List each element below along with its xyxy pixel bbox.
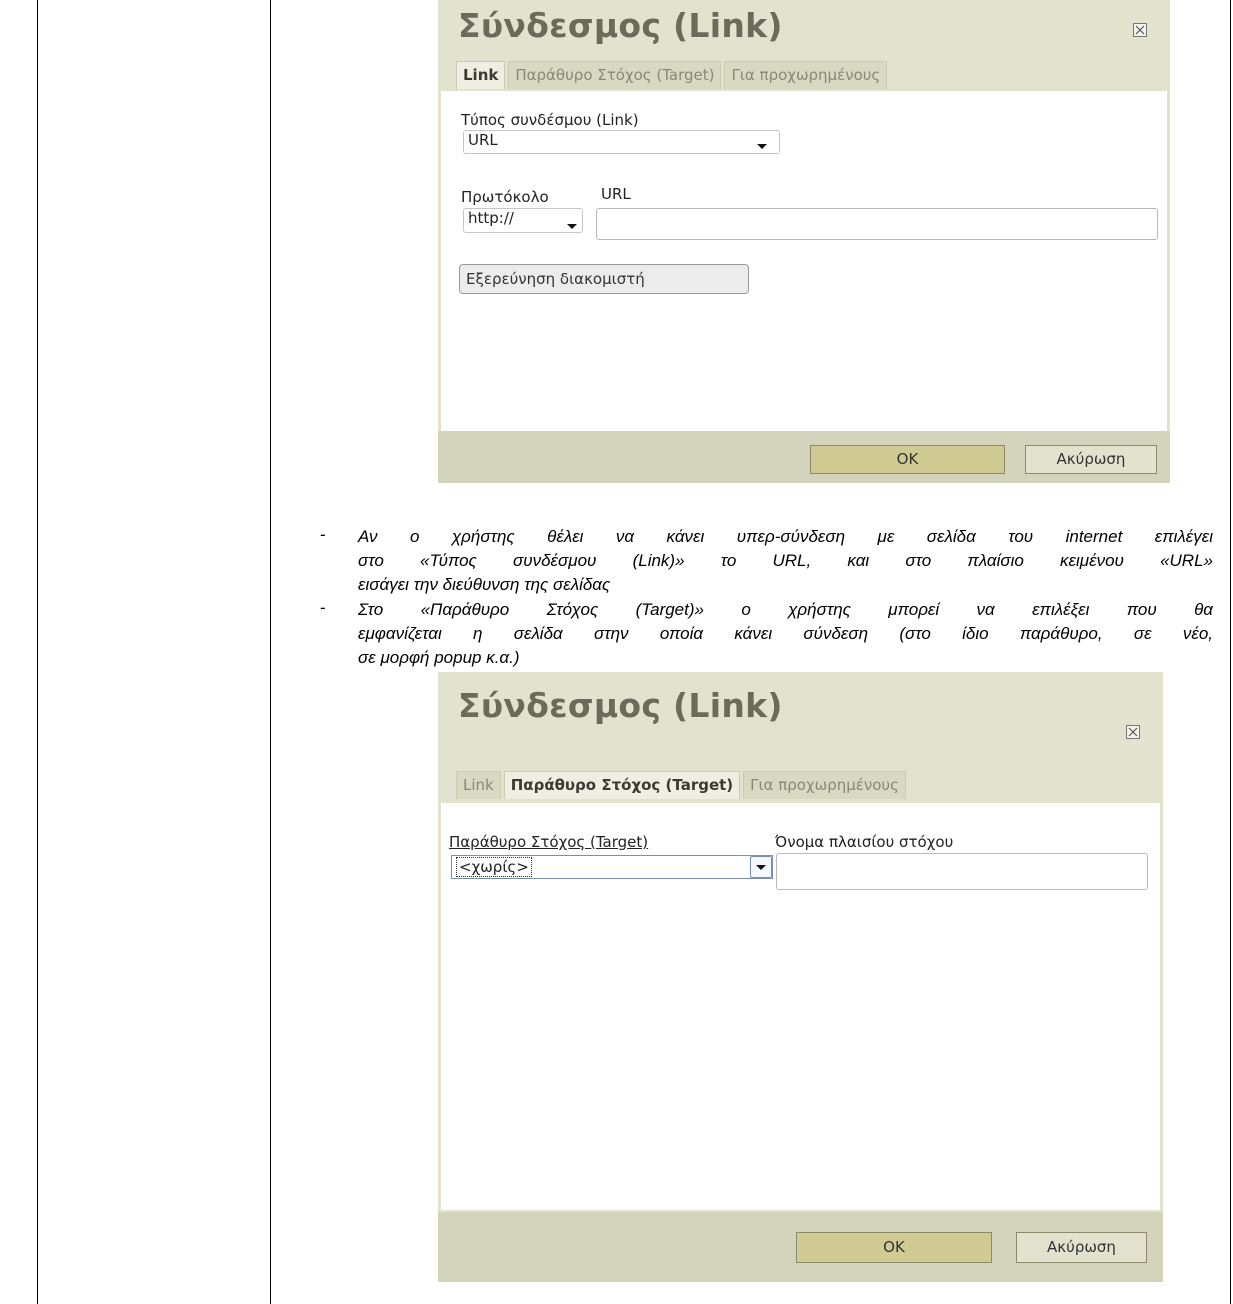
bullet-marker: - bbox=[320, 598, 326, 617]
instruction-line: εισάγει την διεύθυνση της σελίδας bbox=[358, 575, 611, 594]
instruction-line: στο «Τύπος συνδέσμου (Link)» το URL, και… bbox=[358, 551, 1213, 570]
dialog-footer: OK Ακύρωση bbox=[438, 1212, 1163, 1282]
url-input[interactable] bbox=[596, 208, 1158, 240]
close-icon[interactable] bbox=[1126, 725, 1140, 739]
link-type-value: URL bbox=[468, 131, 498, 149]
instruction-line: Αν ο χρήστης θέλει να κάνει υπερ-σύνδεση… bbox=[358, 527, 1213, 546]
instruction-line: Στο «Παράθυρο Στόχος (Target)» ο χρήστης… bbox=[358, 600, 1213, 619]
instruction-item-2: Στο «Παράθυρο Στόχος (Target)» ο χρήστης… bbox=[358, 598, 1213, 670]
target-select[interactable]: <χωρίς> bbox=[451, 855, 773, 879]
table-border-right bbox=[1230, 0, 1231, 1304]
cancel-button[interactable]: Ακύρωση bbox=[1025, 445, 1157, 474]
dialog-footer: OK Ακύρωση bbox=[438, 431, 1170, 483]
instruction-line: σε μορφή popup κ.α.) bbox=[358, 648, 520, 667]
protocol-value: http:// bbox=[468, 209, 514, 227]
chevron-down-icon bbox=[567, 224, 577, 229]
protocol-label: Πρωτόκολο bbox=[461, 188, 549, 206]
dialog-title: Σύνδεσμος (Link) bbox=[458, 6, 783, 45]
tab-bar: Link Παράθυρο Στόχος (Target) Για προχωρ… bbox=[456, 771, 906, 799]
tab-panel: Τύπος συνδέσμου (Link) URL Πρωτόκολο URL… bbox=[441, 91, 1167, 431]
close-icon[interactable] bbox=[1133, 23, 1147, 37]
dialog-title: Σύνδεσμος (Link) bbox=[458, 686, 783, 725]
table-divider bbox=[270, 0, 271, 1304]
ok-button[interactable]: OK bbox=[810, 445, 1005, 474]
protocol-select[interactable]: http:// bbox=[463, 208, 583, 233]
bullet-marker: - bbox=[320, 525, 326, 544]
target-value: <χωρίς> bbox=[456, 857, 532, 877]
link-type-label: Τύπος συνδέσμου (Link) bbox=[461, 111, 639, 129]
link-dialog-target-tab: Σύνδεσμος (Link) Link Παράθυρο Στόχος (T… bbox=[438, 672, 1163, 1282]
browse-server-button[interactable]: Εξερεύνηση διακομιστή bbox=[459, 264, 749, 294]
chevron-down-icon bbox=[756, 865, 766, 870]
tab-bar: Link Παράθυρο Στόχος (Target) Για προχωρ… bbox=[456, 61, 888, 89]
tab-target[interactable]: Παράθυρο Στόχος (Target) bbox=[508, 61, 722, 89]
link-dialog-link-tab: Σύνδεσμος (Link) Link Παράθυρο Στόχος (T… bbox=[438, 0, 1170, 483]
frame-name-input[interactable] bbox=[776, 853, 1148, 890]
tab-target[interactable]: Παράθυρο Στόχος (Target) bbox=[503, 771, 741, 799]
link-type-select[interactable]: URL bbox=[463, 130, 780, 154]
table-border-left bbox=[37, 0, 38, 1304]
dropdown-button[interactable] bbox=[750, 856, 772, 878]
frame-name-label: Όνομα πλαισίου στόχου bbox=[775, 833, 954, 851]
instruction-item-1: Αν ο χρήστης θέλει να κάνει υπερ-σύνδεση… bbox=[358, 525, 1213, 597]
ok-button[interactable]: OK bbox=[796, 1232, 992, 1263]
tab-link[interactable]: Link bbox=[456, 771, 501, 799]
tab-panel: Παράθυρο Στόχος (Target) Όνομα πλαισίου … bbox=[441, 803, 1160, 1210]
url-label: URL bbox=[601, 185, 631, 203]
tab-advanced[interactable]: Για προχωρημένους bbox=[724, 61, 888, 89]
target-label: Παράθυρο Στόχος (Target) bbox=[449, 833, 649, 851]
tab-link[interactable]: Link bbox=[456, 61, 506, 89]
chevron-down-icon bbox=[757, 144, 767, 149]
cancel-button[interactable]: Ακύρωση bbox=[1016, 1232, 1147, 1263]
instruction-line: εμφανίζεται η σελίδα στην οποία κάνει σύ… bbox=[358, 624, 1213, 643]
tab-advanced[interactable]: Για προχωρημένους bbox=[743, 771, 906, 799]
